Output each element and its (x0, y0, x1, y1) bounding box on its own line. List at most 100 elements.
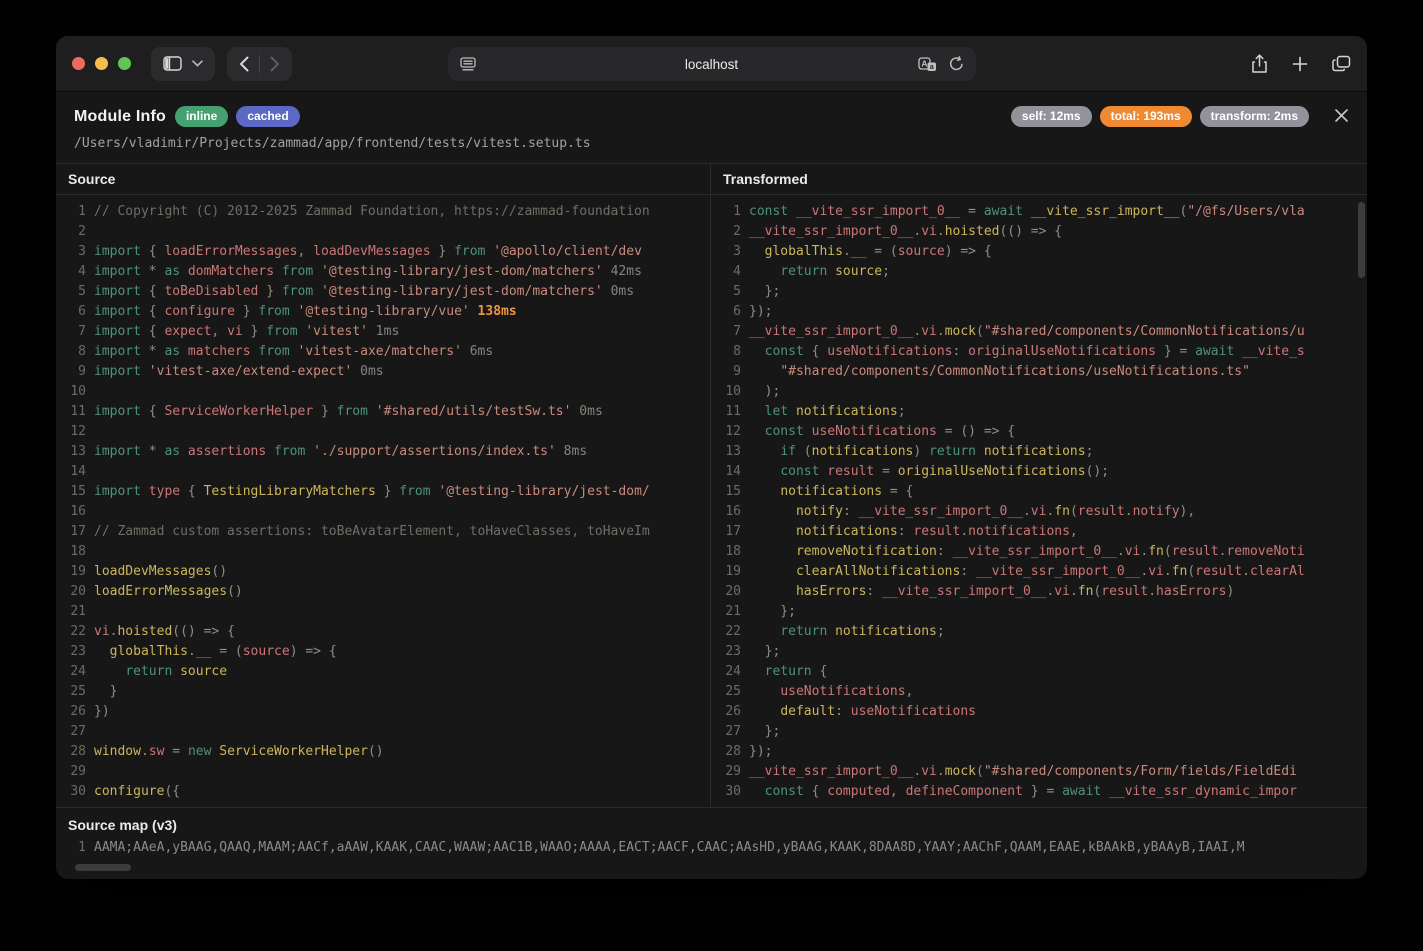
line-number: 29 (711, 762, 741, 782)
line-number: 3 (711, 242, 741, 262)
code-line: 23 }; (711, 642, 1367, 662)
line-number: 26 (711, 702, 741, 722)
line-number: 29 (56, 762, 86, 782)
line-number: 23 (711, 642, 741, 662)
code-line: 21 (56, 602, 710, 622)
tabs-overview-icon[interactable] (1332, 55, 1351, 72)
forward-icon[interactable] (270, 56, 280, 72)
source-code[interactable]: 1// Copyright (C) 2012-2025 Zammad Found… (56, 195, 710, 800)
timing-badge: self: 12ms (1011, 106, 1092, 127)
code-text: vi.hoisted(() => { (86, 622, 235, 642)
code-line: 7__vite_ssr_import_0__.vi.mock("#shared/… (711, 322, 1367, 342)
code-text: loadDevMessages() (86, 562, 227, 582)
source-pane: Source 1// Copyright (C) 2012-2025 Zamma… (56, 164, 711, 807)
code-line: 8 const { useNotifications: originalUseN… (711, 342, 1367, 362)
sidebar-icon[interactable] (163, 56, 182, 71)
timing-badge: transform: 2ms (1200, 106, 1309, 127)
code-line: 13 if (notifications) return notificatio… (711, 442, 1367, 462)
code-text: import * as assertions from './support/a… (86, 442, 587, 462)
line-number: 12 (56, 422, 86, 442)
transformed-code[interactable]: 1const __vite_ssr_import_0__ = await __v… (711, 195, 1367, 800)
line-number: 13 (56, 442, 86, 462)
line-number: 8 (56, 342, 86, 362)
code-text (86, 542, 94, 562)
sourcemap-mappings: AAMA;AAeA,yBAAG,QAAQ,MAAM;AACf,aAAW,KAAK… (86, 839, 1245, 857)
line-number: 26 (56, 702, 86, 722)
code-text: useNotifications, (741, 682, 913, 702)
code-line: 4 return source; (711, 262, 1367, 282)
line-number: 18 (56, 542, 86, 562)
code-line: 27 (56, 722, 710, 742)
code-line: 14 const result = originalUseNotificatio… (711, 462, 1367, 482)
code-line: 12 const useNotifications = () => { (711, 422, 1367, 442)
code-line: 19 clearAllNotifications: __vite_ssr_imp… (711, 562, 1367, 582)
line-number: 22 (711, 622, 741, 642)
code-line: 16 notify: __vite_ssr_import_0__.vi.fn(r… (711, 502, 1367, 522)
code-text: }); (741, 742, 772, 762)
vertical-scrollbar-thumb[interactable] (1358, 202, 1365, 278)
code-text: }; (741, 722, 780, 742)
code-text: }) (86, 702, 110, 722)
line-number: 10 (56, 382, 86, 402)
reload-icon[interactable] (949, 56, 964, 72)
line-number: 8 (711, 342, 741, 362)
line-number: 9 (711, 362, 741, 382)
sourcemap-line: 1 AAMA;AAeA,yBAAG,QAAQ,MAAM;AACf,aAAW,KA… (56, 839, 1367, 857)
new-tab-icon[interactable] (1292, 56, 1308, 72)
code-line: 21 }; (711, 602, 1367, 622)
line-number: 7 (711, 322, 741, 342)
code-line: 5 }; (711, 282, 1367, 302)
back-icon[interactable] (239, 56, 249, 72)
code-text: return source (86, 662, 227, 682)
line-number: 2 (711, 222, 741, 242)
code-line: 9 "#shared/components/CommonNotification… (711, 362, 1367, 382)
close-icon[interactable] (1334, 108, 1349, 123)
page-format-icon[interactable] (460, 57, 476, 71)
code-text: globalThis.__ = (source) => { (741, 242, 992, 262)
code-line: 28}); (711, 742, 1367, 762)
code-line: 25 } (56, 682, 710, 702)
toolbar-right-icons (1251, 54, 1351, 74)
nav-controls (227, 47, 292, 81)
address-bar[interactable]: localhost A a (448, 47, 976, 81)
code-line: 26}) (56, 702, 710, 722)
code-text: __vite_ssr_import_0__.vi.hoisted(() => { (741, 222, 1062, 242)
code-line: 29 (56, 762, 710, 782)
horizontal-scrollbar-thumb[interactable] (75, 864, 131, 871)
code-text (86, 462, 94, 482)
code-text: // Zammad custom assertions: toBeAvatarE… (86, 522, 650, 542)
browser-toolbar: localhost A a (56, 36, 1367, 92)
code-panes: Source 1// Copyright (C) 2012-2025 Zamma… (56, 163, 1367, 807)
code-text: import { loadErrorMessages, loadDevMessa… (86, 242, 642, 262)
code-text: const useNotifications = () => { (741, 422, 1015, 442)
share-icon[interactable] (1251, 54, 1268, 74)
code-line: 20 hasErrors: __vite_ssr_import_0__.vi.f… (711, 582, 1367, 602)
code-text: const __vite_ssr_import_0__ = await __vi… (741, 202, 1305, 222)
url-text: localhost (448, 57, 976, 72)
close-window-button[interactable] (72, 57, 85, 70)
zoom-window-button[interactable] (118, 57, 131, 70)
nav-separator (259, 55, 260, 73)
chevron-down-icon[interactable] (192, 60, 203, 67)
line-number: 14 (56, 462, 86, 482)
minimize-window-button[interactable] (95, 57, 108, 70)
code-text: notifications: result.notifications, (741, 522, 1078, 542)
line-number: 4 (56, 262, 86, 282)
code-text: import * as domMatchers from '@testing-l… (86, 262, 642, 282)
translate-icon[interactable]: A a (918, 57, 937, 72)
code-text: import { expect, vi } from 'vitest' 1ms (86, 322, 399, 342)
line-number: 28 (56, 742, 86, 762)
line-number: 15 (711, 482, 741, 502)
module-info-header: Module Info inlinecached self: 12mstotal… (56, 92, 1367, 163)
code-line: 10 (56, 382, 710, 402)
code-text: const { useNotifications: originalUseNot… (741, 342, 1305, 362)
code-text (86, 722, 94, 742)
code-text: removeNotification: __vite_ssr_import_0_… (741, 542, 1305, 562)
code-line: 28window.sw = new ServiceWorkerHelper() (56, 742, 710, 762)
code-line: 6}); (711, 302, 1367, 322)
line-number: 24 (711, 662, 741, 682)
code-text: hasErrors: __vite_ssr_import_0__.vi.fn(r… (741, 582, 1234, 602)
code-line: 10 ); (711, 382, 1367, 402)
line-number: 11 (711, 402, 741, 422)
code-text: clearAllNotifications: __vite_ssr_import… (741, 562, 1305, 582)
